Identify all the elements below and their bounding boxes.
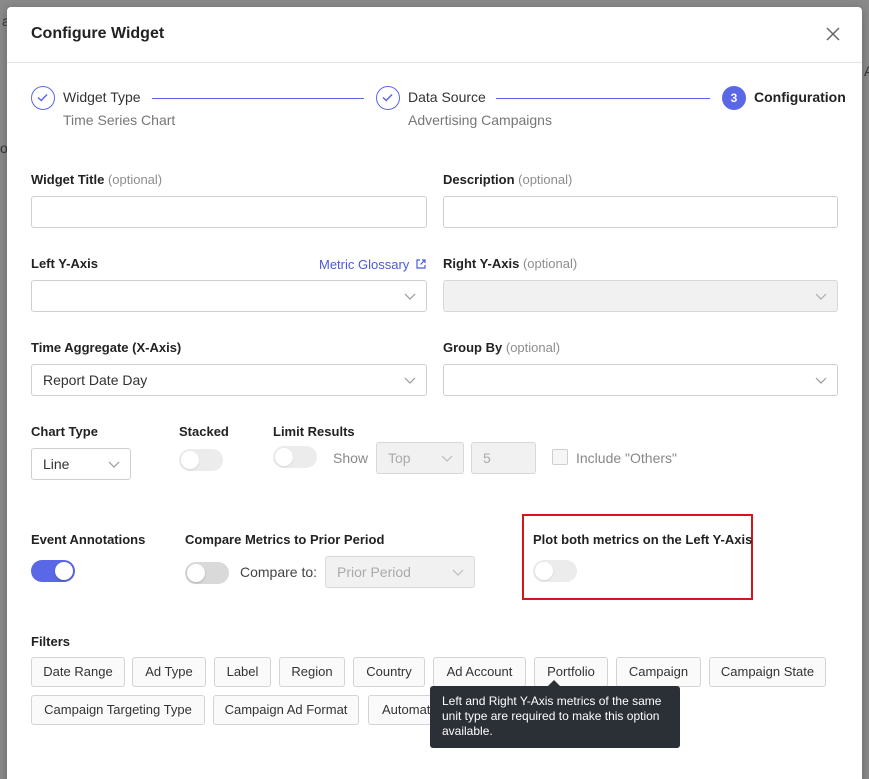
widget-title-input[interactable] (31, 196, 427, 228)
step-1-check-icon (31, 86, 55, 110)
filter-chip-label[interactable]: Label (214, 657, 271, 687)
compare-to-value: Prior Period (337, 564, 411, 580)
step-2-subtitle: Advertising Campaigns (408, 112, 552, 128)
step-1-subtitle: Time Series Chart (63, 112, 176, 128)
step-2-check-icon (376, 86, 400, 110)
modal-title: Configure Widget (31, 25, 165, 42)
right-y-axis-select[interactable] (443, 280, 838, 312)
chevron-down-icon (404, 377, 416, 384)
metric-glossary-link[interactable]: Metric Glossary (319, 257, 427, 272)
limit-direction-value: Top (388, 450, 411, 466)
step-1-title: Widget Type (63, 89, 141, 105)
filters-label: Filters (31, 634, 71, 649)
event-annotations-label: Event Annotations (31, 532, 146, 547)
close-icon[interactable] (824, 25, 842, 43)
compare-to-select[interactable]: Prior Period (325, 556, 475, 588)
chart-type-select[interactable]: Line (31, 448, 131, 480)
step-connector (496, 98, 710, 99)
filter-chip-ad-account[interactable]: Ad Account (433, 657, 526, 687)
compare-to-label: Compare to: (240, 564, 318, 580)
filter-chip-campaign[interactable]: Campaign (616, 657, 701, 687)
step-connector (152, 98, 364, 99)
filter-chip-ad-type[interactable]: Ad Type (132, 657, 206, 687)
filter-chip-campaign-ad-format[interactable]: Campaign Ad Format (213, 695, 359, 725)
filter-chip-date-range[interactable]: Date Range (31, 657, 125, 687)
plot-both-highlight-box (522, 514, 753, 600)
plot-both-toggle[interactable] (533, 560, 577, 582)
chevron-down-icon (404, 293, 416, 300)
filter-chip-portfolio[interactable]: Portfolio (534, 657, 608, 687)
configure-widget-modal: Configure Widget Widget Type Time Series… (7, 7, 862, 779)
event-annotations-toggle[interactable] (31, 560, 75, 582)
left-y-axis-label: Left Y-Axis (31, 256, 98, 271)
chevron-down-icon (108, 461, 120, 468)
chevron-down-icon (441, 455, 453, 462)
stacked-toggle[interactable] (179, 449, 223, 471)
chart-type-value: Line (43, 456, 70, 472)
description-label: Description (optional) (443, 172, 573, 187)
chevron-down-icon (815, 293, 827, 300)
show-label: Show (333, 450, 369, 466)
filter-chip-campaign-state[interactable]: Campaign State (709, 657, 826, 687)
description-input[interactable] (443, 196, 838, 228)
limit-direction-select[interactable]: Top (376, 442, 464, 474)
plot-both-label: Plot both metrics on the Left Y-Axis (533, 532, 753, 547)
step-3-title: Configuration (754, 89, 846, 105)
group-by-label: Group By (optional) (443, 340, 561, 355)
time-aggregate-select[interactable]: Report Date Day (31, 364, 427, 396)
widget-title-label: Widget Title (optional) (31, 172, 163, 187)
time-aggregate-value: Report Date Day (43, 372, 148, 388)
tooltip: Left and Right Y-Axis metrics of the sam… (430, 680, 680, 748)
chart-type-label: Chart Type (31, 424, 98, 439)
step-2-title: Data Source (408, 89, 486, 105)
background-text: A (864, 63, 869, 79)
filter-chip-region[interactable]: Region (279, 657, 345, 687)
stacked-label: Stacked (179, 424, 229, 439)
include-others-checkbox[interactable] (552, 449, 568, 465)
step-3-number: 3 (722, 86, 746, 110)
include-others-label: Include "Others" (576, 450, 677, 466)
compare-metrics-toggle[interactable] (185, 562, 229, 584)
right-y-axis-label: Right Y-Axis (optional) (443, 256, 578, 271)
left-y-axis-select[interactable] (31, 280, 427, 312)
limit-results-toggle[interactable] (273, 446, 317, 468)
group-by-select[interactable] (443, 364, 838, 396)
compare-metrics-label: Compare Metrics to Prior Period (185, 532, 385, 547)
external-link-icon (416, 259, 426, 269)
filter-chip-country[interactable]: Country (353, 657, 425, 687)
limit-number-value: 5 (483, 450, 491, 466)
filter-chip-campaign-targeting-type[interactable]: Campaign Targeting Type (31, 695, 205, 725)
chevron-down-icon (452, 569, 464, 576)
modal-header: Configure Widget (7, 7, 862, 63)
limit-number-input[interactable]: 5 (471, 442, 536, 474)
time-aggregate-label: Time Aggregate (X-Axis) (31, 340, 182, 355)
chevron-down-icon (815, 377, 827, 384)
limit-results-label: Limit Results (273, 424, 355, 439)
